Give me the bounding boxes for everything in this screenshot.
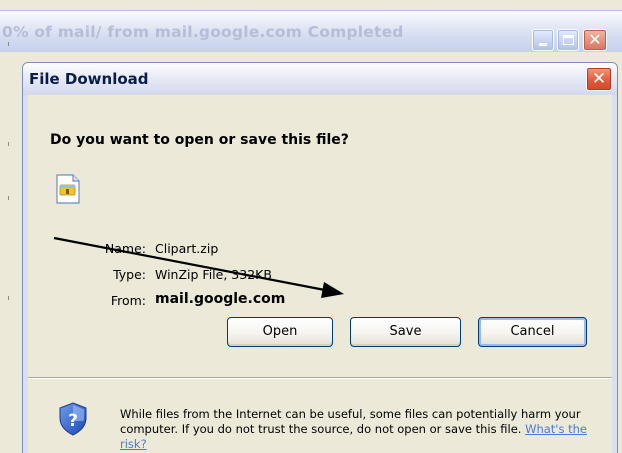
edge-mark [8, 196, 9, 200]
download-question: Do you want to open or save this file? [50, 132, 349, 148]
progress-window-edge [0, 52, 10, 412]
shield-question-icon: ? [59, 402, 87, 436]
maximize-icon [563, 35, 574, 45]
dialog-close-button[interactable]: ✕ [586, 67, 612, 91]
name-label: Name: [104, 241, 146, 256]
edge-mark [8, 42, 9, 46]
file-download-dialog: File Download ✕ Do you want to open or s… [22, 62, 618, 453]
open-button[interactable]: Open [227, 317, 333, 347]
dialog-separator [28, 377, 612, 379]
edge-mark [8, 296, 9, 300]
security-warning: While files from the Internet can be use… [120, 407, 590, 452]
close-icon: ✕ [591, 69, 607, 89]
progress-window-title: 0% of mail/ from mail.google.com Complet… [2, 23, 404, 41]
file-name-value: Clipart.zip [155, 241, 219, 256]
type-label: Type: [113, 267, 146, 282]
file-type-value: WinZip File, 332KB [155, 267, 272, 282]
progress-window-titlebar[interactable]: 0% of mail/ from mail.google.com Complet… [0, 10, 622, 52]
from-label: From: [110, 293, 146, 308]
zip-file-icon [56, 174, 80, 204]
dialog-body: Do you want to open or save this file? N… [28, 95, 612, 453]
file-source-value: mail.google.com [155, 291, 286, 307]
close-icon: ✕ [588, 30, 602, 49]
cancel-button[interactable]: Cancel [478, 317, 587, 347]
minimize-button[interactable] [532, 29, 554, 51]
svg-text:?: ? [68, 411, 78, 431]
maximize-button[interactable] [557, 29, 579, 51]
minimize-icon [539, 43, 547, 46]
dialog-titlebar[interactable]: File Download ✕ [23, 63, 617, 95]
edge-mark [8, 142, 9, 146]
progress-window-close-button[interactable]: ✕ [583, 29, 607, 51]
dialog-title: File Download [29, 70, 149, 88]
save-button[interactable]: Save [350, 317, 461, 347]
warning-text: While files from the Internet can be use… [120, 407, 581, 436]
